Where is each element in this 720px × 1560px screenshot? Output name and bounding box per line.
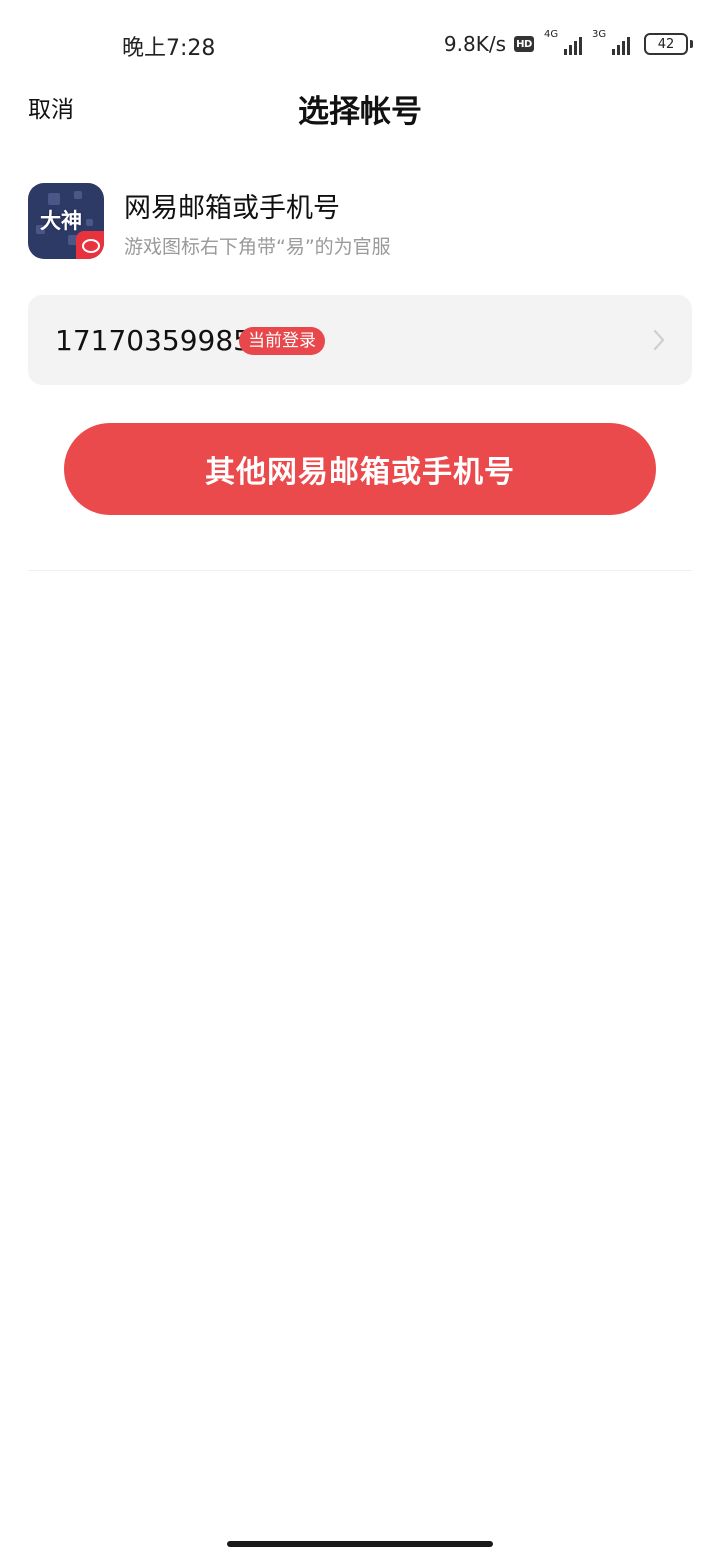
- status-bar: 晚上7:28 9.8K/s HD 4G 3G 42: [0, 0, 720, 86]
- netease-logo-icon: [76, 231, 104, 259]
- signal-3g-icon: 3G: [590, 29, 630, 57]
- app-icon-text: 大神: [40, 209, 82, 233]
- status-indicators: 9.8K/s HD 4G 3G 42: [443, 29, 693, 58]
- app-icon: 大神: [28, 183, 104, 259]
- official-server-hint: 游戏图标右下角带“易”的为官服: [124, 236, 391, 258]
- network-speed: 9.8K/s: [443, 32, 506, 56]
- signal-4g-icon: 4G: [542, 29, 582, 57]
- battery-icon: 42: [644, 33, 693, 55]
- app-info: 大神 网易邮箱或手机号 游戏图标右下角带“易”的为官服: [28, 183, 692, 261]
- page-title: 选择帐号: [298, 94, 422, 130]
- cancel-button[interactable]: 取消: [28, 90, 74, 124]
- account-select-screen: 晚上7:28 9.8K/s HD 4G 3G 42 选择帐号 取消 大神 网易邮…: [0, 0, 720, 1560]
- home-indicator[interactable]: [227, 1541, 493, 1547]
- hd-icon: HD: [514, 36, 534, 52]
- chevron-right-icon: [653, 329, 665, 351]
- header: 选择帐号 取消: [0, 86, 720, 130]
- status-time: 晚上7:28: [122, 36, 216, 61]
- divider: [28, 570, 692, 571]
- battery-level: 42: [657, 36, 675, 52]
- signal-4g-label: 4G: [544, 29, 559, 40]
- signal-3g-label: 3G: [592, 29, 607, 40]
- app-name: 网易邮箱或手机号: [124, 193, 340, 224]
- current-login-badge: 当前登录: [239, 327, 325, 355]
- other-account-button[interactable]: 其他网易邮箱或手机号: [64, 423, 656, 515]
- account-row[interactable]: 17170359985 当前登录: [28, 295, 692, 385]
- account-number: 17170359985: [55, 324, 251, 357]
